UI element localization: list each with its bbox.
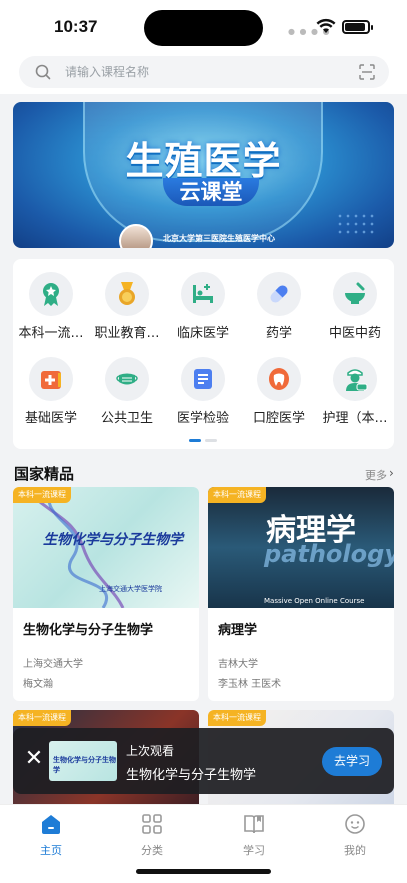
banner-title: 生殖医学 [125, 139, 282, 183]
banner-caption: 北京大学第三医院生殖医学中心 [163, 234, 275, 243]
page-indicator [189, 439, 219, 442]
tab-label: 我的 [344, 844, 366, 857]
scan-icon[interactable] [359, 64, 375, 80]
category-label: 公共卫生 [100, 411, 153, 426]
course-card[interactable]: 本科一流课程 生物化学与分子生物学 上海交通大学医学院 生物化学与分子生物学 上… [13, 487, 199, 701]
course-badge: 本科一流课程 [208, 487, 266, 503]
go-study-button[interactable]: 去学习 [322, 747, 382, 776]
banner-subtitle: 云课堂 [163, 178, 259, 206]
category-lab[interactable]: 医学检验 [165, 344, 241, 426]
more-link[interactable]: 更多 [365, 467, 387, 483]
thumbnail-title: 生物化学与分子生物学 [43, 532, 183, 548]
banner-dots [336, 212, 376, 236]
category-grid: 本科一流… 职业教育… 临床医学 药学 中医中药 基础医学 公共卫生 医学检验 … [13, 259, 394, 449]
home-indicator [136, 869, 271, 874]
wifi-icon [316, 18, 336, 33]
search-icon [35, 64, 51, 80]
dynamic-island [144, 10, 263, 46]
tab-study[interactable]: 学习 [216, 811, 292, 857]
course-thumbnail: 本科一流课程 生物化学与分子生物学 上海交通大学医学院 [13, 487, 199, 608]
close-icon[interactable]: ✕ [23, 748, 45, 770]
category-label: 基础医学 [24, 411, 77, 426]
course-name: 生物化学与分子生物学 [23, 623, 154, 638]
category-label: 中医中药 [328, 326, 381, 341]
status-bar: 10:37 ● ● ● ● [0, 0, 407, 52]
face-mask-icon [105, 357, 149, 401]
nurse-icon [333, 357, 377, 401]
page-dot-active [189, 439, 201, 442]
category-pharmacy[interactable]: 药学 [241, 259, 317, 341]
medal-icon [105, 272, 149, 316]
resume-learning-bar[interactable]: ✕ 生物化学与分子生物学 上次观看 生物化学与分子生物学 去学习 [13, 728, 394, 794]
category-label: 口腔医学 [252, 411, 305, 426]
category-basic-medicine[interactable]: 基础医学 [13, 344, 89, 426]
category-clinical[interactable]: 临床医学 [165, 259, 241, 341]
tab-label: 学习 [243, 844, 265, 857]
page-dot [205, 439, 217, 442]
mortar-icon [333, 272, 377, 316]
category-public-health[interactable]: 公共卫生 [89, 344, 165, 426]
tooth-icon [257, 357, 301, 401]
book-icon [244, 815, 264, 834]
category-label: 医学检验 [176, 411, 229, 426]
home-icon [42, 815, 60, 834]
resume-label: 上次观看 [126, 744, 175, 758]
profile-icon [345, 814, 365, 834]
category-tcm[interactable]: 中医中药 [317, 259, 393, 341]
tab-home[interactable]: 主页 [13, 811, 89, 857]
search-box[interactable] [19, 56, 389, 88]
category-dental[interactable]: 口腔医学 [241, 344, 317, 426]
course-badge: 本科一流课程 [208, 710, 266, 726]
course-thumbnail: 本科一流课程 病理学 pathology Massive Open Online… [208, 487, 394, 608]
battery-icon [342, 20, 373, 34]
resume-thumbnail-text: 生物化学与分子生物学 [53, 756, 116, 774]
category-label: 药学 [265, 326, 292, 341]
category-label: 护理（本… [322, 411, 388, 426]
category-label: 本科一流… [18, 326, 84, 341]
category-vocational[interactable]: 职业教育… [89, 259, 165, 341]
category-undergrad[interactable]: 本科一流… [13, 259, 89, 341]
course-school: 吉林大学 [218, 659, 258, 670]
category-nursing[interactable]: 护理（本… [317, 344, 393, 426]
category-label: 临床医学 [176, 326, 229, 341]
promo-banner[interactable]: 生殖医学 云课堂 北京大学第三医院生殖医学中心 [13, 102, 394, 248]
resume-course-title: 生物化学与分子生物学 [126, 768, 257, 783]
course-card[interactable]: 本科一流课程 病理学 pathology Massive Open Online… [208, 487, 394, 701]
course-teacher: 李玉林 王医术 [218, 679, 282, 690]
resume-thumbnail: 生物化学与分子生物学 [49, 741, 117, 781]
category-label: 职业教育… [94, 326, 160, 341]
search-bar [0, 52, 407, 94]
checklist-icon [181, 357, 225, 401]
course-badge: 本科一流课程 [13, 487, 71, 503]
search-input[interactable] [65, 56, 345, 88]
course-name: 病理学 [218, 623, 258, 638]
grid-icon [142, 814, 162, 834]
status-time: 10:37 [54, 17, 98, 36]
capsule-icon [257, 272, 301, 316]
tab-label: 主页 [40, 844, 62, 857]
tab-profile[interactable]: 我的 [317, 811, 393, 857]
thumbnail-school: 上海交通大学医学院 [99, 585, 162, 593]
thumbnail-subtitle: pathology [264, 540, 394, 568]
tab-label: 分类 [141, 844, 163, 857]
course-badge: 本科一流课程 [13, 710, 71, 726]
tab-category[interactable]: 分类 [114, 811, 190, 857]
course-school: 上海交通大学 [23, 659, 83, 670]
section-title: 国家精品 [14, 465, 75, 483]
award-ribbon-icon [29, 272, 73, 316]
hospital-bed-icon [181, 272, 225, 316]
thumbnail-caption: Massive Open Online Course [264, 597, 365, 605]
course-teacher: 梅文瀚 [23, 679, 53, 690]
medical-kit-icon [29, 357, 73, 401]
chevron-right-icon[interactable]: › [389, 466, 394, 480]
